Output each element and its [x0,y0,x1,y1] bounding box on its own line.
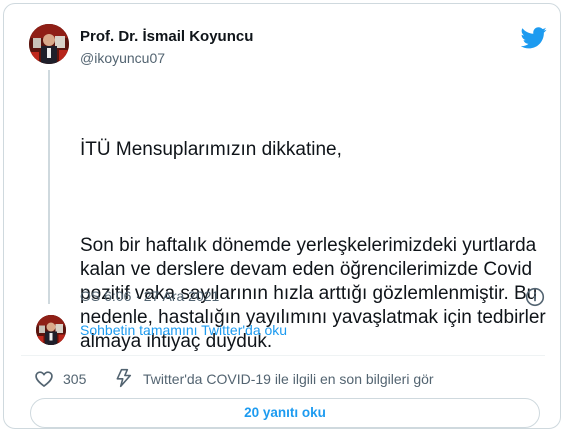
read-full-thread-link[interactable]: Sohbetin tamamını Twitter'da oku [80,322,287,338]
divider [21,355,545,356]
like-count[interactable]: 305 [63,371,86,387]
covid-info-link[interactable]: Twitter'da COVID-19 ile ilgili en son bi… [143,371,434,387]
tweet-timestamp[interactable]: ÖS 6:06 · 27 Ara 2021 [80,288,219,304]
avatar-photo-small [36,315,66,345]
avatar-photo [29,24,69,64]
author-handle[interactable]: @ikoyuncu07 [80,50,165,66]
heart-icon[interactable] [34,369,54,389]
author-avatar[interactable] [29,24,69,64]
read-replies-button[interactable]: 20 yanıtı oku [30,398,540,428]
thread-connector-line [48,70,50,304]
tweet-greeting: İTÜ Mensuplarımızın dikkatine, [80,139,342,160]
twitter-bird-icon[interactable] [520,27,547,49]
author-name[interactable]: Prof. Dr. İsmail Koyuncu [80,28,253,45]
thread-author-avatar[interactable] [36,315,66,345]
lightning-icon [114,368,134,388]
tweet-card: Prof. Dr. İsmail Koyuncu @ikoyuncu07 İTÜ… [3,3,561,429]
info-icon[interactable] [525,287,545,307]
